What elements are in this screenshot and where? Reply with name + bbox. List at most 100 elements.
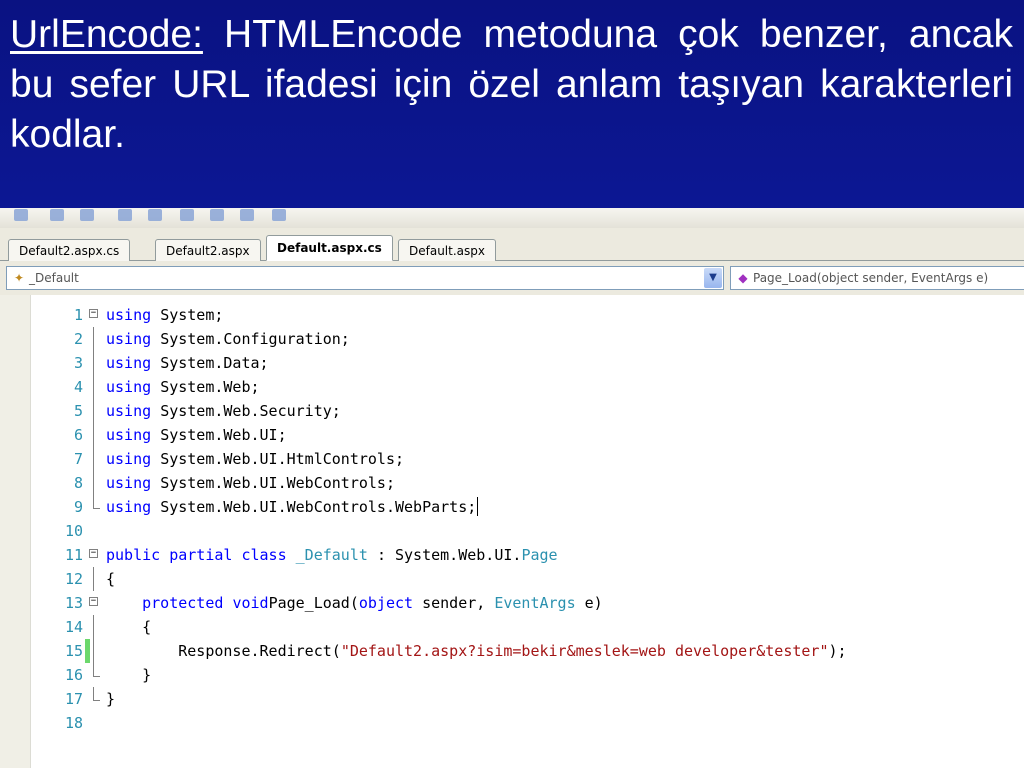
- code-line[interactable]: 8 using System.Web.UI.WebControls;: [0, 471, 1024, 495]
- toolbar-icon[interactable]: [240, 209, 254, 221]
- class-combo[interactable]: ✦ _Default ▼: [6, 266, 724, 290]
- outline-guide: [93, 375, 94, 399]
- toolbar: [0, 208, 1024, 228]
- keyword-token: using: [106, 354, 152, 372]
- outline-guide: [93, 327, 94, 351]
- code-line[interactable]: 1− using System;: [0, 303, 1024, 327]
- line-number: 17: [64, 690, 83, 708]
- text-caret: [477, 497, 479, 516]
- tab-default-aspx[interactable]: Default.aspx: [398, 239, 496, 261]
- collapse-icon[interactable]: −: [89, 309, 98, 318]
- code-line[interactable]: 6 using System.Web.UI;: [0, 423, 1024, 447]
- slide-text: UrlEncode: HTMLEncode metoduna çok benze…: [10, 10, 1013, 160]
- code-text: using System.Configuration;: [106, 327, 350, 351]
- keyword-token: using: [106, 402, 152, 420]
- code-line[interactable]: 3 using System.Data;: [0, 351, 1024, 375]
- chevron-down-icon[interactable]: ▼: [704, 268, 722, 288]
- code-line[interactable]: 5 using System.Web.Security;: [0, 399, 1024, 423]
- line-number: 10: [64, 522, 83, 540]
- line-number: 14: [64, 618, 83, 636]
- document-tabs: Default2.aspx.cs Default2.aspx Default.a…: [0, 228, 1024, 261]
- slide-term: UrlEncode:: [10, 13, 203, 56]
- line-number: 2: [73, 330, 83, 348]
- code-line[interactable]: 18: [0, 711, 1024, 735]
- code-line[interactable]: 16 }: [0, 663, 1024, 687]
- outline-guide: [93, 423, 94, 447]
- change-marker: [85, 639, 90, 663]
- line-number: 11: [64, 546, 83, 564]
- code-line[interactable]: 17}: [0, 687, 1024, 711]
- code-line[interactable]: 7 using System.Web.UI.HtmlControls;: [0, 447, 1024, 471]
- code-text: using System;: [106, 303, 223, 327]
- toolbar-icon[interactable]: [180, 209, 194, 221]
- code-text: using System.Web.UI.HtmlControls;: [106, 447, 404, 471]
- toolbar-icon[interactable]: [14, 209, 28, 221]
- code-token: {: [106, 570, 116, 588]
- code-token: Page_Load(: [268, 594, 359, 612]
- keyword-token: using: [106, 498, 152, 516]
- outline-guide: [93, 471, 94, 495]
- code-line[interactable]: 9 using System.Web.UI.WebControls.WebPart…: [0, 495, 1024, 519]
- keyword-token: using: [106, 450, 152, 468]
- keyword-token: protected: [142, 594, 224, 612]
- keyword-token: void: [232, 594, 269, 612]
- type-token: EventArgs: [494, 594, 576, 612]
- line-number: 12: [64, 570, 83, 588]
- code-token: e): [584, 594, 603, 612]
- code-token: {: [142, 618, 152, 636]
- outline-guide: [93, 567, 94, 591]
- code-token: }: [142, 666, 152, 684]
- keyword-token: using: [106, 474, 152, 492]
- class-combo-value: _Default: [29, 271, 79, 285]
- code-token: System.Web.UI;: [160, 426, 287, 444]
- outline-guide: [93, 615, 94, 639]
- outline-guide: [93, 351, 94, 375]
- toolbar-icon[interactable]: [50, 209, 64, 221]
- outline-guide: [93, 639, 94, 663]
- keyword-token: partial: [169, 546, 233, 564]
- code-line[interactable]: 12 {: [0, 567, 1024, 591]
- keyword-token: using: [106, 378, 152, 396]
- toolbar-icon[interactable]: [148, 209, 162, 221]
- type-token: Page: [521, 546, 558, 564]
- collapse-icon[interactable]: −: [89, 549, 98, 558]
- tab-default2-aspx-cs[interactable]: Default2.aspx.cs: [8, 239, 131, 261]
- keyword-token: using: [106, 330, 152, 348]
- ide-window: Default2.aspx.cs Default2.aspx Default.a…: [0, 208, 1024, 768]
- code-text: }: [106, 663, 151, 687]
- code-line[interactable]: 11− public partial class _Default : Syste…: [0, 543, 1024, 567]
- code-token: :: [376, 546, 386, 564]
- type-token: _Default: [295, 546, 368, 564]
- code-editor[interactable]: 1− using System; 2 using System.Configurati…: [0, 295, 1024, 768]
- outline-end: [93, 495, 100, 509]
- toolbar-icon[interactable]: [210, 209, 224, 221]
- code-token: System.Data;: [160, 354, 269, 372]
- line-number: 7: [73, 450, 83, 468]
- class-icon: ✦: [13, 271, 25, 285]
- line-number: 5: [73, 402, 83, 420]
- code-text: using System.Data;: [106, 351, 269, 375]
- code-line[interactable]: 2 using System.Configuration;: [0, 327, 1024, 351]
- code-line[interactable]: 13− protected voidPage_Load(object sende…: [0, 591, 1024, 615]
- line-number: 15: [64, 642, 83, 660]
- code-line[interactable]: 15 Response.Redirect("Default2.aspx?isim…: [0, 639, 1024, 663]
- line-number: 9: [73, 498, 83, 516]
- toolbar-icon[interactable]: [118, 209, 132, 221]
- code-line[interactable]: 14 {: [0, 615, 1024, 639]
- toolbar-icon[interactable]: [272, 209, 286, 221]
- code-token: sender,: [422, 594, 486, 612]
- string-token: "Default2.aspx?isim=bekir&meslek=web dev…: [340, 642, 829, 660]
- code-line[interactable]: 4 using System.Web;: [0, 375, 1024, 399]
- tab-default2-aspx[interactable]: Default2.aspx: [155, 239, 261, 261]
- tab-default-aspx-cs[interactable]: Default.aspx.cs: [266, 235, 393, 261]
- code-line[interactable]: 10: [0, 519, 1024, 543]
- member-combo[interactable]: ◆ Page_Load(object sender, EventArgs e): [730, 266, 1024, 290]
- code-text: {: [106, 615, 151, 639]
- code-token: System.Configuration;: [160, 330, 350, 348]
- toolbar-icon[interactable]: [80, 209, 94, 221]
- collapse-icon[interactable]: −: [89, 597, 98, 606]
- outline-end: [93, 687, 100, 701]
- member-combo-value: Page_Load(object sender, EventArgs e): [753, 271, 989, 285]
- code-token: }: [106, 690, 116, 708]
- code-token: System.Web.UI.: [395, 546, 522, 564]
